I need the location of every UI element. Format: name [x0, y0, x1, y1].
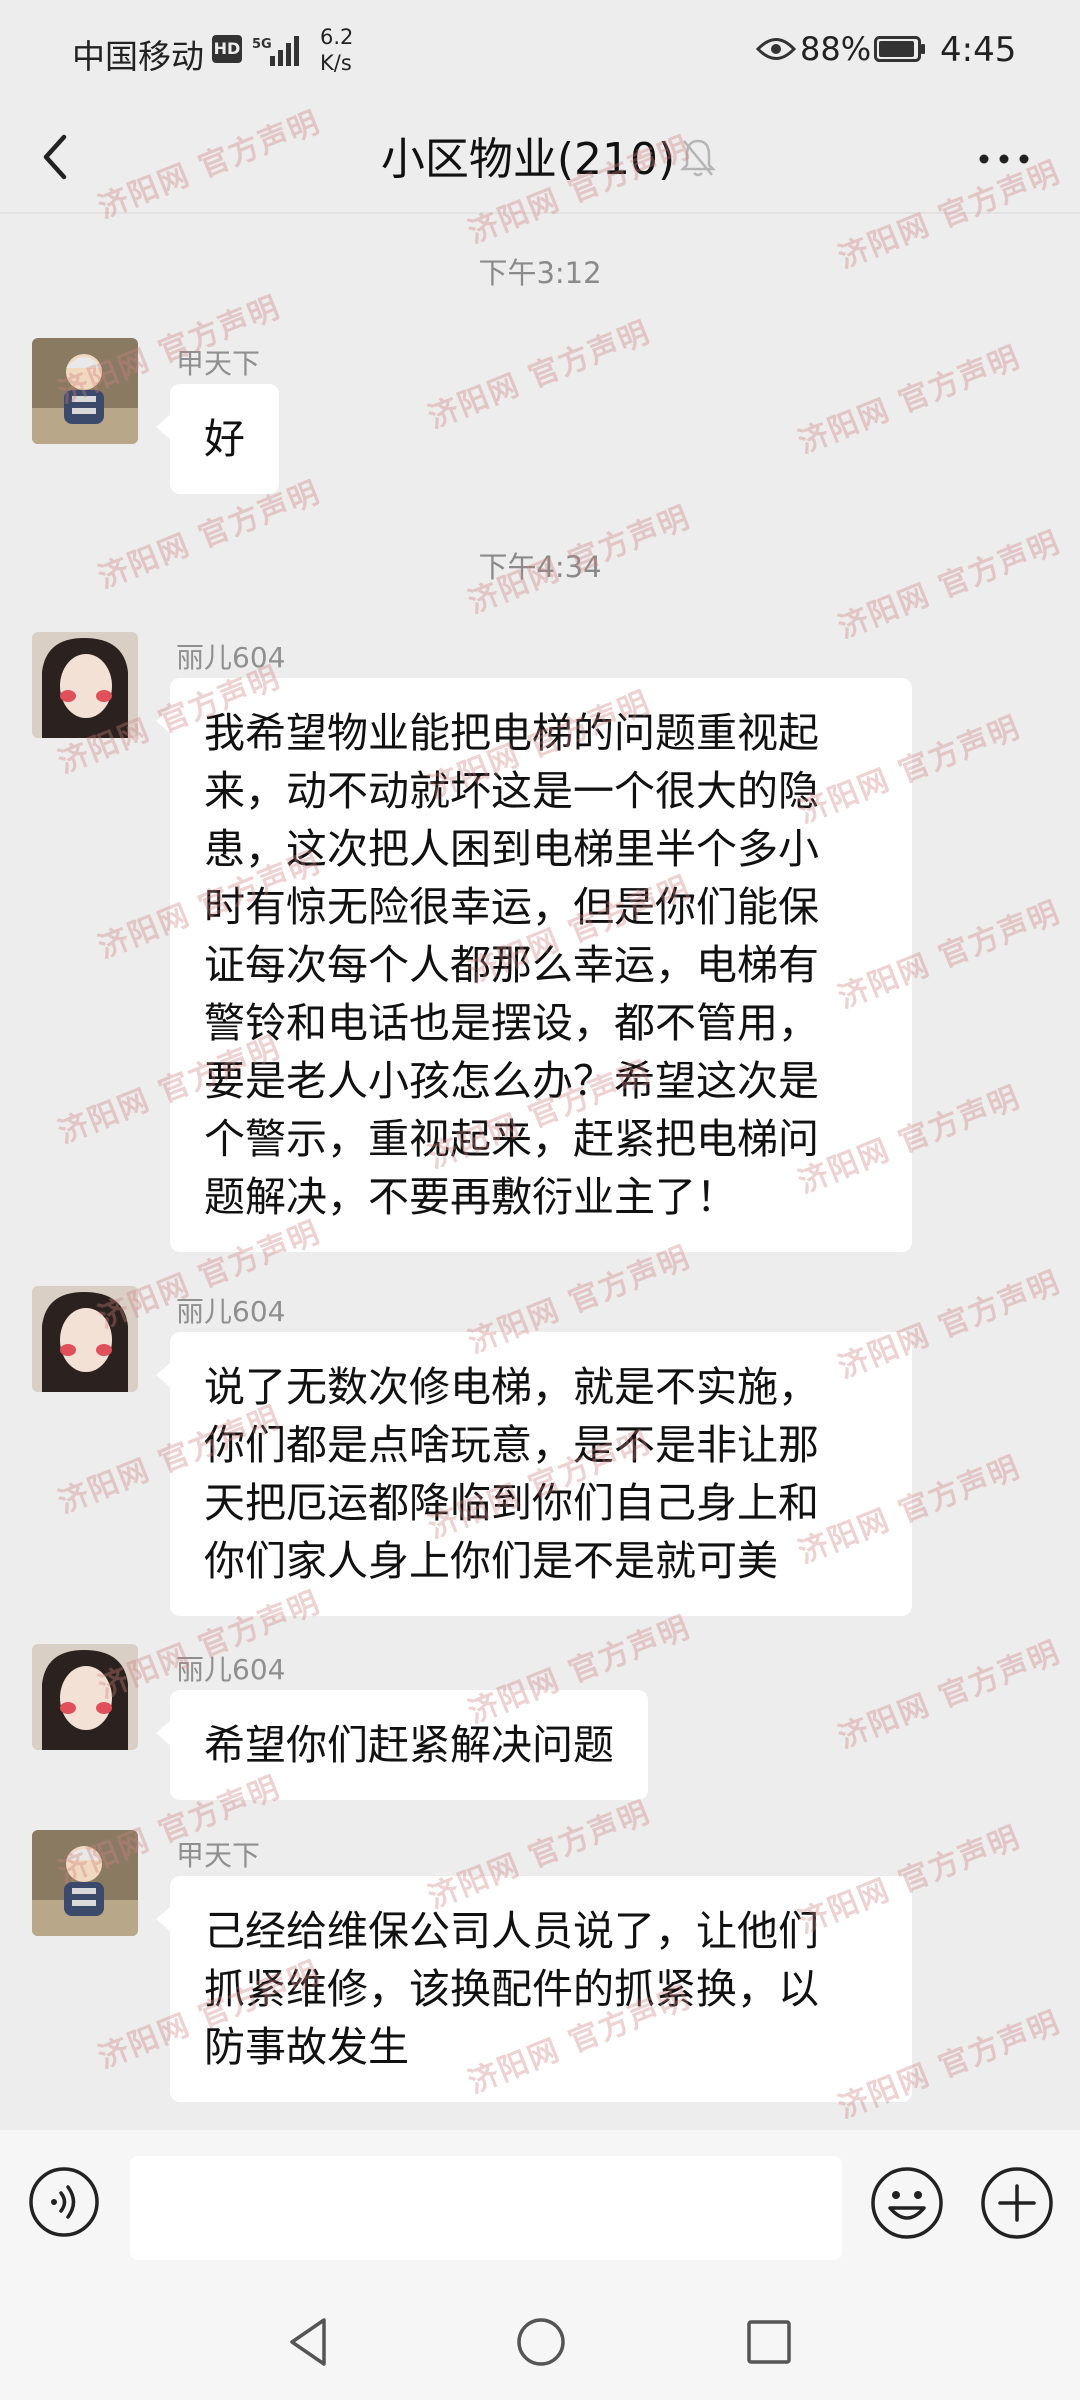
- message-text: 己经给维保公司人员说了，让他们 抓紧维修，该换配件的抓紧换，以 防事故发生: [204, 1907, 819, 2071]
- message-text: 好: [204, 415, 245, 463]
- avatar-baby-icon: [32, 1830, 138, 1936]
- watermark-text: 济阳网 官方声明: [423, 314, 656, 436]
- plus-icon[interactable]: [980, 2166, 1054, 2240]
- carrier-name: 中国移动: [72, 37, 204, 76]
- timestamp: 下午4:34: [478, 550, 602, 584]
- message-text: 我希望物业能把电梯的问题重视起 来，动不动就坏这是一个很大的隐 患，这次把人困到…: [204, 709, 819, 1221]
- signal-icon: 5G: [252, 36, 299, 66]
- avatar-woman-icon: [32, 1286, 138, 1392]
- nav-back-icon[interactable]: [284, 2314, 334, 2370]
- speed-value: 6.2: [320, 25, 354, 49]
- chat-input-bar: [0, 2130, 1080, 2290]
- battery-percent: 88%: [800, 30, 872, 68]
- watermark-text: 济阳网 官方声明: [793, 339, 1026, 461]
- network-speed: 6.2 K/s: [320, 24, 353, 76]
- watermark-text: 济阳网 官方声明: [833, 1634, 1066, 1756]
- header-divider: [0, 212, 1080, 214]
- timestamp: 下午3:12: [478, 256, 602, 290]
- chat-title: 小区物业(210): [380, 134, 676, 185]
- avatar[interactable]: [32, 632, 138, 738]
- emoji-icon[interactable]: [870, 2166, 944, 2240]
- hd-badge: HD: [212, 35, 242, 63]
- message-bubble[interactable]: 己经给维保公司人员说了，让他们 抓紧维修，该换配件的抓紧换，以 防事故发生: [156, 1876, 912, 2102]
- sender-name: 丽儿604: [176, 641, 286, 674]
- status-bar: 中国移动 HD 5G 6.2 K/s 88% 4:45: [0, 0, 1080, 105]
- avatar[interactable]: [32, 338, 138, 444]
- system-nav-bar: [0, 2290, 1080, 2400]
- clock: 4:45: [940, 30, 1017, 70]
- speed-unit: K/s: [320, 51, 352, 75]
- avatar[interactable]: [32, 1286, 138, 1392]
- battery-icon: [874, 36, 925, 62]
- bell-off-icon: [679, 139, 717, 177]
- more-dots-icon[interactable]: [974, 139, 1034, 179]
- sender-name: 甲天下: [176, 347, 261, 380]
- nav-recents-icon[interactable]: [744, 2316, 794, 2368]
- message-bubble[interactable]: 我希望物业能把电梯的问题重视起 来，动不动就坏这是一个很大的隐 患，这次把人困到…: [156, 678, 912, 1252]
- sender-name: 丽儿604: [176, 1653, 286, 1686]
- avatar[interactable]: [32, 1644, 138, 1750]
- eye-icon: [756, 38, 796, 60]
- sender-name: 甲天下: [176, 1839, 261, 1872]
- avatar-woman-icon: [32, 632, 138, 738]
- message-text: 希望你们赶紧解决问题: [204, 1721, 614, 1769]
- avatar-baby-icon: [32, 338, 138, 444]
- chat-header: 小区物业(210): [0, 105, 1080, 210]
- nav-home-icon[interactable]: [514, 2314, 568, 2370]
- message-bubble[interactable]: 希望你们赶紧解决问题: [156, 1690, 648, 1800]
- message-input[interactable]: [130, 2156, 842, 2260]
- message-text: 说了无数次修电梯，就是不实施， 你们都是点啥玩意，是不是非让那 天把厄运都降临到…: [204, 1363, 819, 1585]
- message-bubble[interactable]: 好: [156, 384, 279, 494]
- message-bubble[interactable]: 说了无数次修电梯，就是不实施， 你们都是点啥玩意，是不是非让那 天把厄运都降临到…: [156, 1332, 912, 1616]
- sender-name: 丽儿604: [176, 1295, 286, 1328]
- avatar-woman-icon: [32, 1644, 138, 1750]
- voice-icon[interactable]: [28, 2166, 100, 2238]
- svg-text:5G: 5G: [252, 37, 272, 52]
- avatar[interactable]: [32, 1830, 138, 1936]
